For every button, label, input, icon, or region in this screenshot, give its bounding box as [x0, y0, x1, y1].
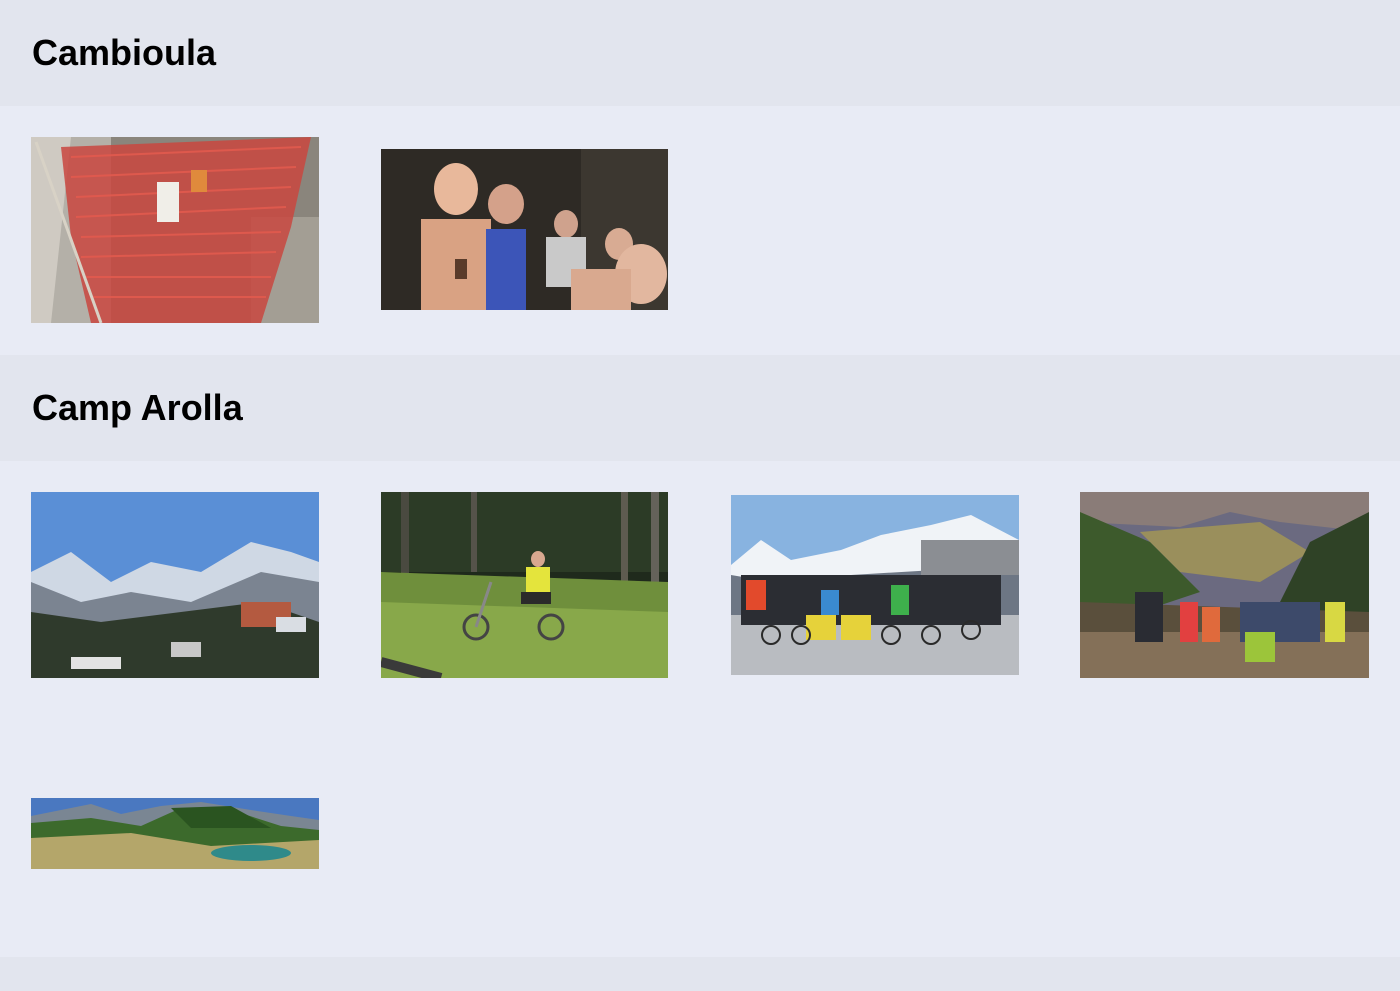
gallery-thumbnail[interactable] [381, 149, 668, 310]
footer-band [0, 957, 1400, 991]
alpine-lake-panorama-photo [31, 798, 319, 869]
section-header: Cambioula [0, 0, 1400, 106]
section-cambioula: Cambioula [0, 0, 1400, 354]
gallery-thumbnail[interactable] [381, 492, 668, 678]
gallery-thumbnail[interactable] [731, 495, 1019, 675]
group-selfie-cave-photo [381, 149, 668, 310]
scooter-rider-forest-photo [381, 492, 668, 678]
section-title: Camp Arolla [32, 387, 243, 428]
section-header: Camp Arolla [0, 355, 1400, 461]
gallery-thumbnail[interactable] [1080, 492, 1369, 678]
section-title: Cambioula [32, 32, 217, 73]
group-valley-view-photo [1080, 492, 1369, 678]
gallery-thumbnail[interactable] [31, 798, 319, 869]
group-scooters-mountains-photo [731, 495, 1019, 675]
section-camp-arolla: Camp Arolla [0, 355, 1400, 957]
gallery-thumbnail[interactable] [31, 492, 319, 678]
mountain-village-photo [31, 492, 319, 678]
gallery-thumbnail[interactable] [31, 137, 319, 323]
orange-safety-net-photo [31, 137, 319, 323]
